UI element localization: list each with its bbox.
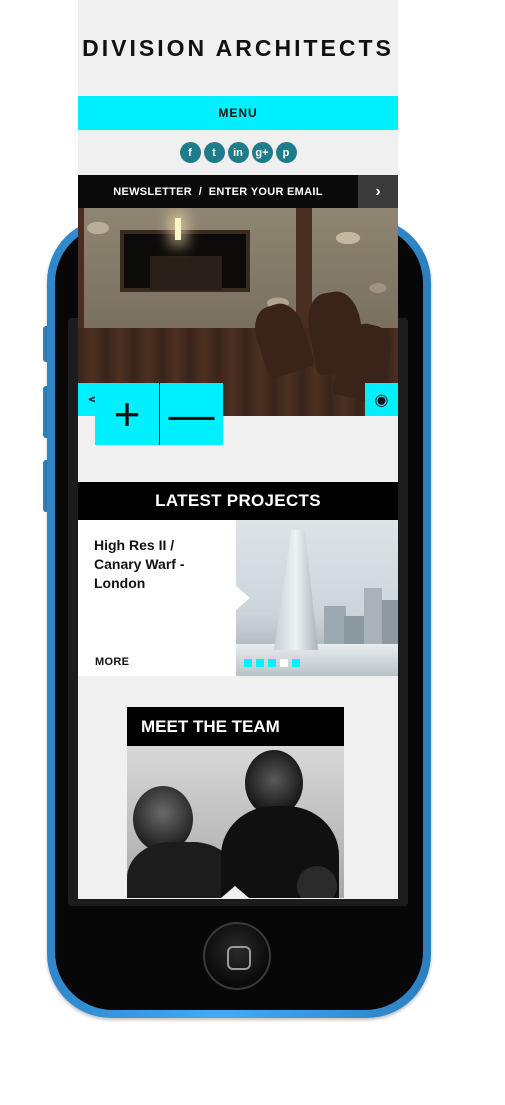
- team-section: MEET THE TEAM: [78, 676, 398, 898]
- logo[interactable]: DIVISION ARCHITECTS: [82, 35, 394, 62]
- newsletter-bar: NEWSLETTER / ENTER YOUR EMAIL ›: [78, 175, 398, 208]
- slide-dot[interactable]: [292, 659, 300, 667]
- facebook-icon[interactable]: f: [179, 142, 201, 163]
- slide-dot[interactable]: [256, 659, 264, 667]
- google-plus-icon[interactable]: g+: [251, 142, 273, 163]
- zoom-out-button[interactable]: —: [159, 383, 223, 445]
- latest-projects-title: LATEST PROJECTS: [78, 482, 398, 520]
- linkedin-icon[interactable]: in: [227, 142, 249, 163]
- wood-beam: [78, 208, 84, 328]
- eye-icon: ◉: [374, 391, 389, 409]
- newsletter-email-field[interactable]: NEWSLETTER / ENTER YOUR EMAIL: [78, 175, 358, 208]
- tower: [274, 530, 318, 650]
- chevron-right-icon: ›: [375, 182, 381, 200]
- project-card[interactable]: High Res II / Canary Warf - London MORE: [78, 520, 398, 676]
- zoom-in-button[interactable]: +: [95, 383, 159, 445]
- fireplace-shelf: [150, 256, 222, 290]
- project-image[interactable]: [236, 520, 398, 676]
- more-link[interactable]: MORE: [95, 656, 129, 668]
- person-head: [297, 866, 337, 898]
- twitter-icon[interactable]: t: [203, 142, 225, 163]
- project-text: High Res II / Canary Warf - London MORE: [78, 520, 236, 676]
- team-photo[interactable]: [127, 746, 344, 898]
- website: DIVISION ARCHITECTS MENU f t in g+ p NEW…: [78, 0, 398, 899]
- slide-indicator: [244, 659, 300, 667]
- social-links: f t in g+ p: [78, 130, 398, 175]
- slide-dot[interactable]: [268, 659, 276, 667]
- slide-dot-active[interactable]: [280, 659, 288, 667]
- home-square-icon: [227, 946, 251, 970]
- team-card[interactable]: MEET THE TEAM: [127, 707, 344, 898]
- home-button[interactable]: [203, 922, 271, 990]
- zoom-controls: + —: [95, 383, 224, 445]
- pinterest-icon[interactable]: p: [275, 142, 297, 163]
- header: DIVISION ARCHITECTS: [78, 0, 398, 96]
- slide-dot[interactable]: [244, 659, 252, 667]
- notch-arrow: [236, 586, 250, 610]
- notch-arrow: [221, 886, 249, 898]
- menu-button[interactable]: MENU: [78, 96, 398, 130]
- team-title: MEET THE TEAM: [127, 707, 344, 746]
- view-button[interactable]: ◉: [365, 383, 398, 416]
- newsletter-submit-button[interactable]: ›: [358, 175, 398, 208]
- lamp: [175, 218, 181, 240]
- project-name[interactable]: High Res II / Canary Warf - London: [94, 536, 220, 593]
